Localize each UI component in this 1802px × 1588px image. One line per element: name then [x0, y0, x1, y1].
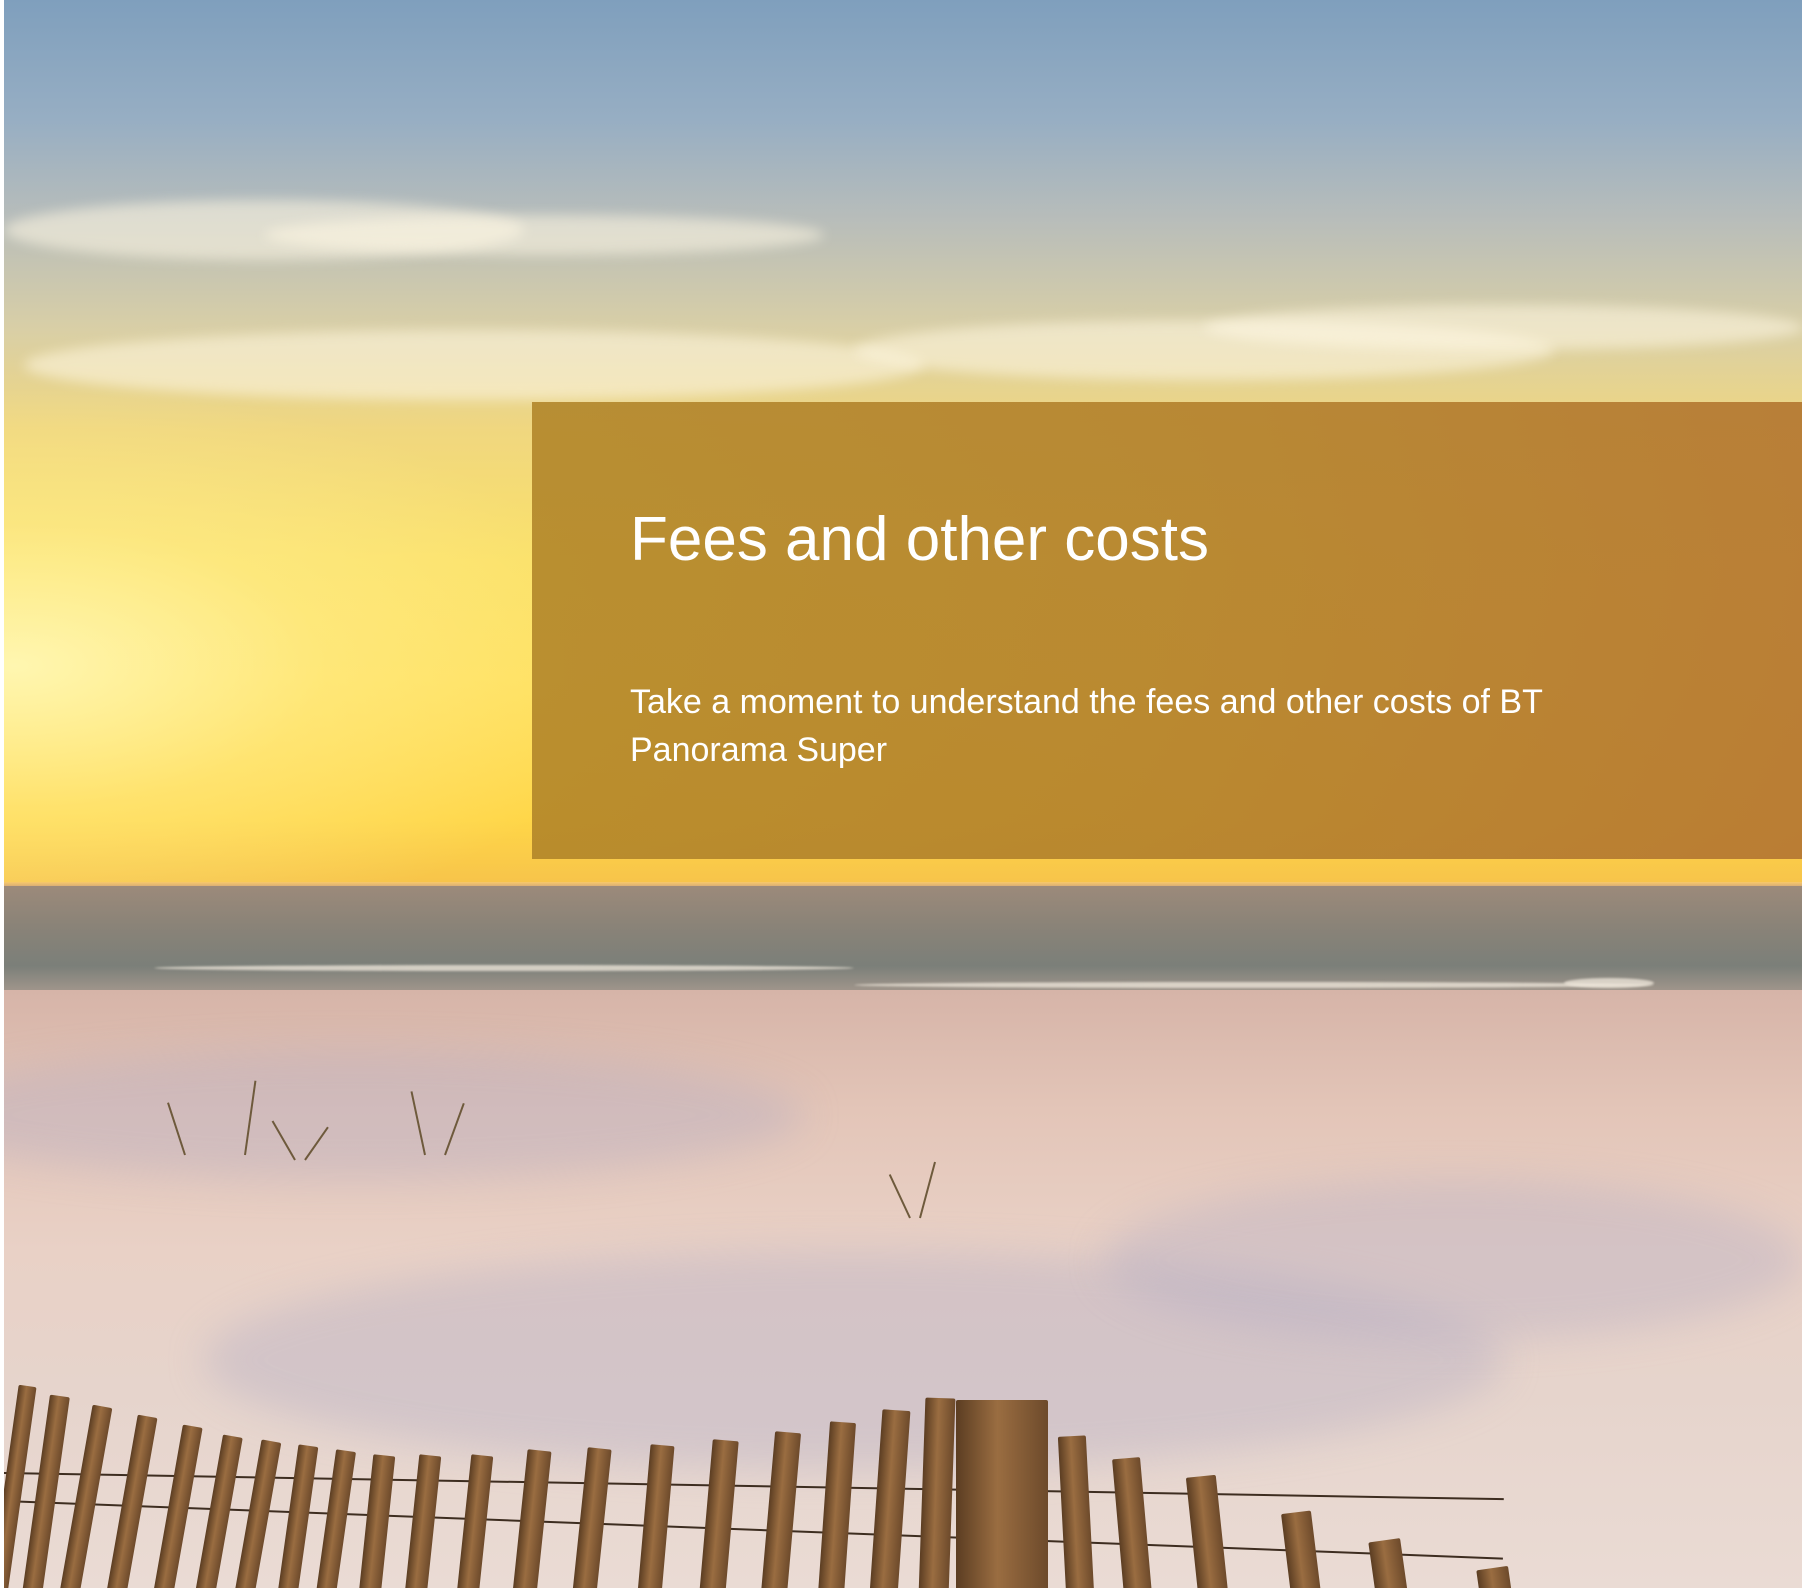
- cloud: [264, 215, 824, 255]
- wave: [154, 965, 854, 971]
- document-page: Fees and other costs Take a moment to un…: [0, 0, 1802, 1588]
- sand-shadow: [1104, 1180, 1802, 1340]
- cloud: [1204, 305, 1802, 350]
- sea: [4, 886, 1802, 996]
- fence-picket: [1476, 1565, 1512, 1588]
- page-subtitle: Take a moment to understand the fees and…: [630, 683, 1543, 769]
- fence-post: [956, 1400, 1048, 1588]
- page-margin: [0, 0, 4, 1588]
- wave: [854, 982, 1654, 988]
- title-panel: Fees and other costs Take a moment to un…: [532, 402, 1802, 859]
- wave: [1564, 978, 1654, 988]
- cloud: [24, 330, 924, 400]
- page-title: Fees and other costs: [630, 505, 1209, 574]
